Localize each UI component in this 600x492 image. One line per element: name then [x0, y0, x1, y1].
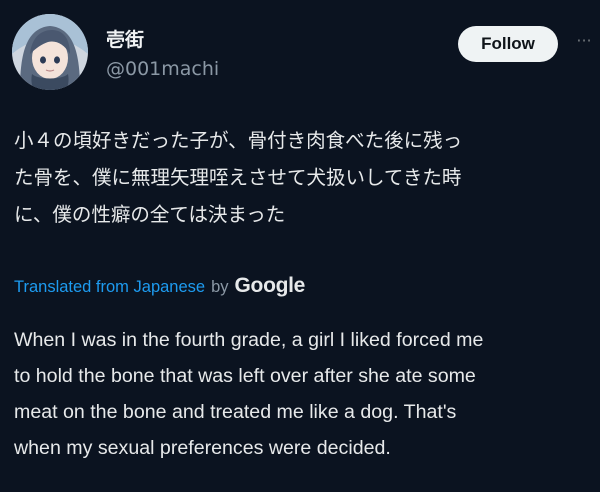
translated-from-link[interactable]: Translated from Japanese — [14, 278, 205, 297]
tweet-translated-text: When I was in the fourth grade, a girl I… — [14, 329, 484, 459]
display-name[interactable]: 壱街 — [106, 28, 219, 52]
author-names: 壱街 @001machi — [106, 28, 219, 82]
avatar-image — [12, 14, 88, 90]
tweet-original-text: 小４の頃好きだった子が、骨付き肉食べた後に残っ た骨を、僕に無理矢理咥えさせて犬… — [14, 129, 463, 226]
avatar[interactable] — [12, 14, 88, 90]
tweet: 壱街 @001machi Follow ··· 小４の頃好きだった子が、骨付き肉… — [0, 0, 600, 492]
follow-button[interactable]: Follow — [458, 26, 558, 62]
google-logo: Google — [234, 274, 306, 297]
translation-attribution: Translated from Japanese by Google — [14, 274, 305, 304]
more-options-icon[interactable]: ··· — [572, 32, 596, 52]
translation-by-label: by — [211, 278, 229, 296]
tweet-header: 壱街 @001machi Follow ··· — [12, 14, 592, 94]
user-handle[interactable]: @001machi — [106, 56, 219, 82]
